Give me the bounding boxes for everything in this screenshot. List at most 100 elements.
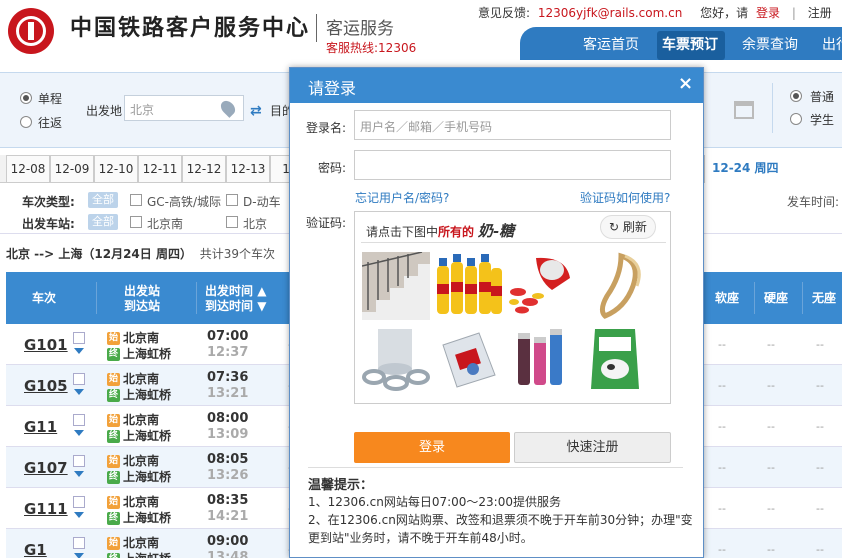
train-info-icon[interactable] xyxy=(73,332,85,344)
depart-time: 07:36 xyxy=(207,370,249,385)
expand-arrow-icon[interactable] xyxy=(74,553,84,558)
train-number-link[interactable]: G105 xyxy=(24,377,68,395)
seat-availability: -- xyxy=(816,379,824,392)
header-login-link[interactable]: 登录 xyxy=(756,6,780,20)
col-soft-seat: 软座 xyxy=(715,291,740,305)
captcha-image-thermos[interactable] xyxy=(508,325,576,393)
seat-availability: -- xyxy=(767,543,775,556)
col-depart-time-label: 出发时间 xyxy=(205,284,254,298)
from-station-name: 北京南 xyxy=(123,536,160,550)
train-number-link[interactable]: G107 xyxy=(24,459,68,477)
captcha-image-bracelet[interactable] xyxy=(581,252,649,320)
seat-availability: -- xyxy=(718,338,726,351)
station-label: 出发车站: xyxy=(22,217,75,231)
to-station-name: 上海虹桥 xyxy=(123,470,172,484)
expand-arrow-icon[interactable] xyxy=(74,348,84,354)
password-input[interactable] xyxy=(354,150,671,180)
round-trip-radio[interactable] xyxy=(20,116,32,128)
date-tab[interactable]: 12-08 xyxy=(6,155,50,183)
to-station: 终上海虹桥 xyxy=(107,386,171,403)
username-input[interactable]: 用户名／邮箱／手机号码 xyxy=(354,110,671,140)
refresh-label: 刷新 xyxy=(622,220,647,234)
from-station: 始北京南 xyxy=(107,534,159,551)
logo-rail-icon xyxy=(28,22,34,40)
captcha-image-milk-candy[interactable] xyxy=(581,325,649,393)
expand-arrow-icon[interactable] xyxy=(74,389,84,395)
station-bj-checkbox[interactable] xyxy=(226,216,238,228)
candy-bottles-image-icon xyxy=(437,254,502,314)
passenger-normal-radio[interactable] xyxy=(790,90,802,102)
one-way-radio[interactable] xyxy=(20,92,32,104)
train-info-icon[interactable] xyxy=(73,414,85,426)
from-station-name: 北京南 xyxy=(123,372,160,386)
nav-item-travel[interactable]: 出行 xyxy=(822,34,842,54)
captcha-image-candy-bottles[interactable] xyxy=(435,252,503,320)
col-divider xyxy=(754,282,755,314)
station-bjn-checkbox[interactable] xyxy=(130,216,142,228)
from-station-name: 北京南 xyxy=(123,413,160,427)
train-type-all-button[interactable]: 全部 xyxy=(88,192,118,208)
captcha-hint-emphasis: 所有的 xyxy=(438,225,475,239)
close-icon[interactable]: × xyxy=(678,73,693,94)
train-number-link[interactable]: G101 xyxy=(24,336,68,354)
forgot-password-link[interactable]: 忘记用户名/密码? xyxy=(355,189,449,206)
d-checkbox[interactable] xyxy=(226,194,238,206)
refresh-icon: ↻ xyxy=(609,220,620,234)
quick-register-button[interactable]: 快速注册 xyxy=(514,432,671,463)
swap-icon[interactable]: ⇄ xyxy=(250,103,262,119)
passenger-student-radio[interactable] xyxy=(790,113,802,125)
col-from-station: 出发站 xyxy=(124,284,161,298)
gc-label: GC-高铁/城际 xyxy=(147,195,222,209)
password-label: 密码: xyxy=(318,161,347,175)
train-info-icon[interactable] xyxy=(73,373,85,385)
gc-checkbox[interactable] xyxy=(130,194,142,206)
expand-arrow-icon[interactable] xyxy=(74,471,84,477)
train-info-icon[interactable] xyxy=(73,496,85,508)
feedback-email-link[interactable]: 12306yjfk@rails.com.cn xyxy=(538,6,682,20)
to-station-name: 上海虹桥 xyxy=(123,511,172,525)
expand-arrow-icon[interactable] xyxy=(74,430,84,436)
selected-date-label: 12-24 周四 xyxy=(712,161,779,175)
date-tab[interactable]: 12-11 xyxy=(138,155,182,183)
nav-item-booking[interactable]: 车票预订 xyxy=(662,34,718,54)
train-number-link[interactable]: G11 xyxy=(24,418,57,436)
train-info-icon[interactable] xyxy=(73,455,85,467)
expand-arrow-icon[interactable] xyxy=(74,512,84,518)
train-info-icon[interactable] xyxy=(73,537,85,549)
from-station: 始北京南 xyxy=(107,411,159,428)
login-button[interactable]: 登录 xyxy=(354,432,510,463)
header-register-link[interactable]: 注册 xyxy=(808,6,832,20)
nav-item-ticket-query[interactable]: 余票查询 xyxy=(742,34,798,54)
date-tab[interactable]: 12-10 xyxy=(94,155,138,183)
captcha-image-snack-bag[interactable] xyxy=(435,325,503,393)
nav-item-home[interactable]: 客运首页 xyxy=(583,34,639,54)
end-tag: 终 xyxy=(107,430,120,443)
date-tab[interactable]: 12-12 xyxy=(182,155,226,183)
captcha-image-tape-rolls[interactable] xyxy=(362,325,430,393)
main-nav: 客运首页 车票预订 余票查询 出行 xyxy=(520,27,842,60)
train-number-link[interactable]: G111 xyxy=(24,500,68,518)
col-arrive-time[interactable]: 到达时间 ▼ xyxy=(205,299,266,313)
arrive-time: 12:37 xyxy=(207,345,249,360)
col-no-seat: 无座 xyxy=(812,291,837,305)
train-number-link[interactable]: G1 xyxy=(24,541,47,558)
captcha-image-red-bucket[interactable] xyxy=(508,252,576,320)
thermos-image-icon xyxy=(518,329,562,385)
seat-availability: -- xyxy=(718,502,726,515)
seat-availability: -- xyxy=(767,420,775,433)
seat-availability: -- xyxy=(816,502,824,515)
page: 中国铁路客户服务中心 客运服务 客服热线:12306 意见反馈: 12306yj… xyxy=(0,0,842,558)
seat-availability: -- xyxy=(767,379,775,392)
calendar-icon[interactable] xyxy=(734,101,754,119)
date-tab[interactable]: 12-13 xyxy=(226,155,270,183)
captcha-image-stairs[interactable] xyxy=(362,252,430,320)
col-divider xyxy=(196,282,197,314)
col-depart-time[interactable]: 出发时间 ▲ xyxy=(205,284,266,298)
seat-availability: -- xyxy=(767,461,775,474)
depart-time: 07:00 xyxy=(207,329,249,344)
captcha-refresh-button[interactable]: ↻ 刷新 xyxy=(600,215,656,239)
station-all-button[interactable]: 全部 xyxy=(88,214,118,230)
captcha-help-link[interactable]: 验证码如何使用? xyxy=(580,189,670,206)
result-summary: 北京 --> 上海（12月24日 周四） 共计39个车次 xyxy=(6,245,275,262)
date-tab[interactable]: 12-09 xyxy=(50,155,94,183)
